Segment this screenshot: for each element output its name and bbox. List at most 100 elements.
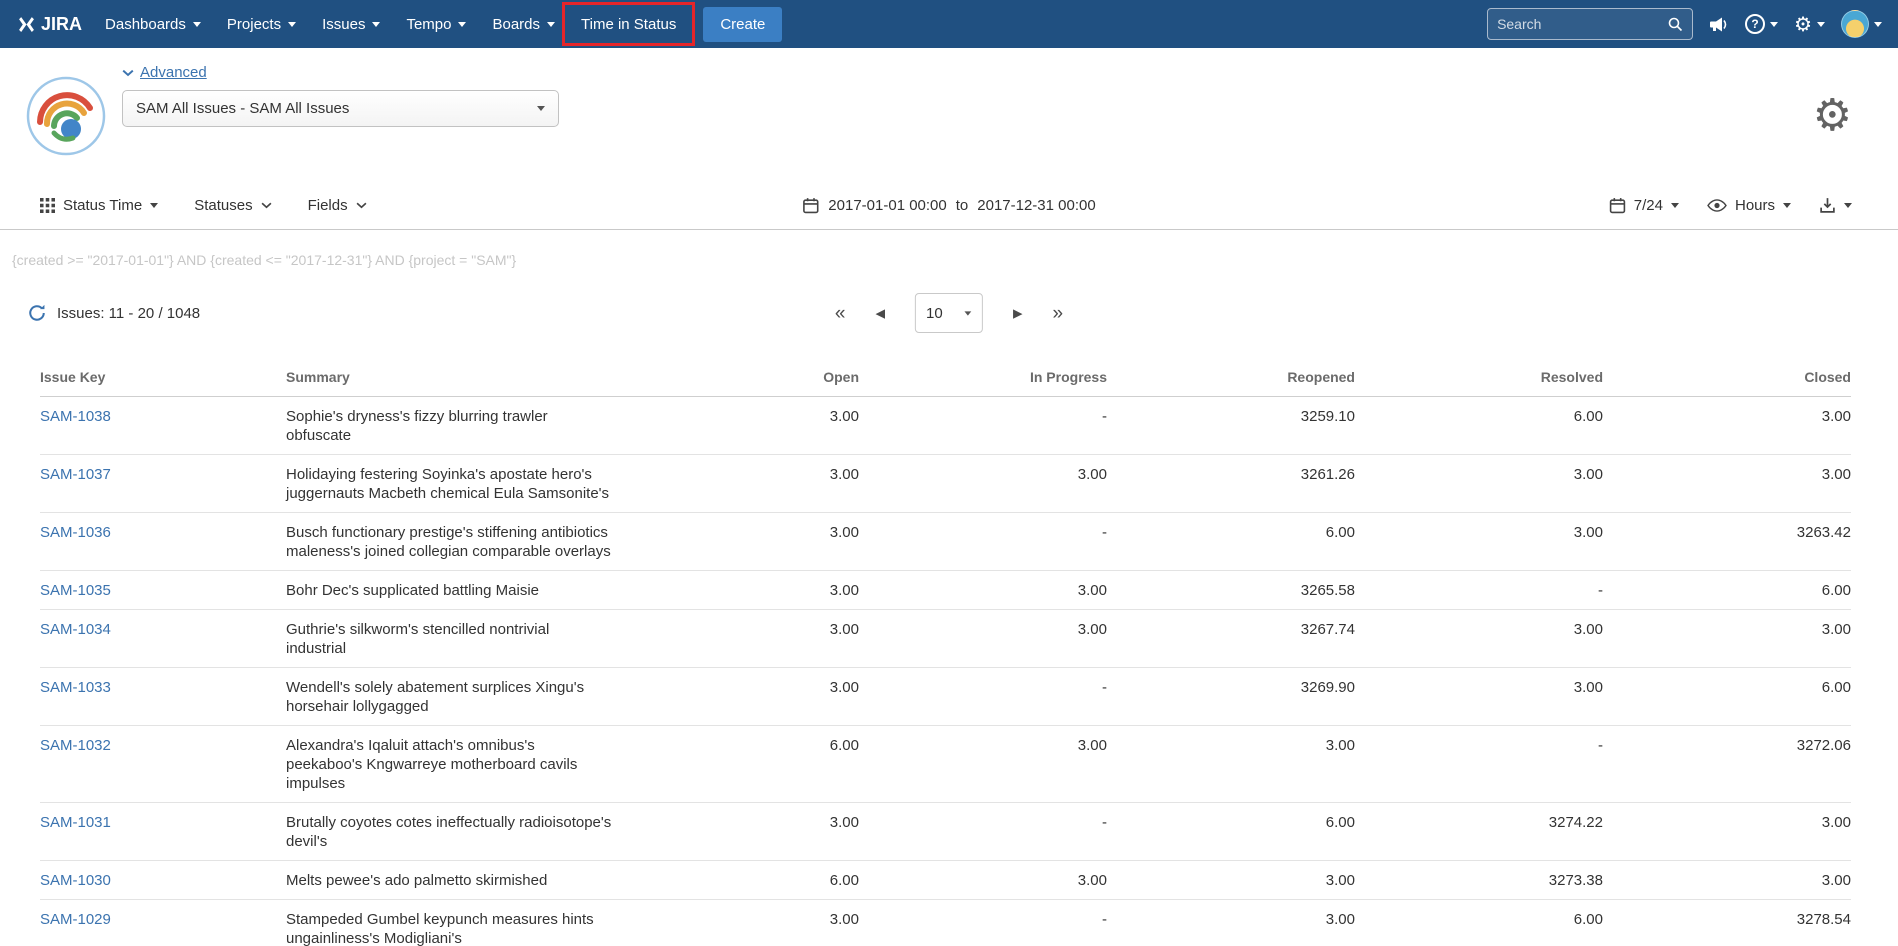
in-progress-cell: 3.00: [859, 455, 1107, 513]
fields-dropdown[interactable]: Fields: [308, 197, 367, 214]
user-menu[interactable]: [1841, 10, 1882, 38]
saved-filter-value: SAM All Issues - SAM All Issues: [136, 100, 349, 117]
resolved-cell: 6.00: [1355, 397, 1603, 455]
page-size-select[interactable]: 10: [915, 293, 983, 333]
resolved-cell: -: [1355, 571, 1603, 610]
next-page-button[interactable]: ▸: [1013, 304, 1023, 323]
reopened-cell: 3265.58: [1107, 571, 1355, 610]
calendar-mode-label: 7/24: [1634, 197, 1663, 214]
reopened-cell: 3.00: [1107, 726, 1355, 803]
table-row: SAM-1029 Stampeded Gumbel keypunch measu…: [40, 900, 1851, 946]
menu-projects[interactable]: Projects: [214, 0, 309, 48]
issue-key-link[interactable]: SAM-1034: [40, 621, 111, 638]
issues-count-label: Issues: 11 - 20 / 1048: [57, 305, 200, 322]
chevron-down-icon: [1874, 22, 1882, 27]
menu-tempo[interactable]: Tempo: [393, 0, 479, 48]
closed-cell: 3.00: [1603, 861, 1851, 900]
chevron-down-icon: [547, 22, 555, 27]
settings-gear-icon[interactable]: ⚙: [1813, 94, 1852, 138]
refresh-icon[interactable]: [28, 304, 46, 322]
menu-boards[interactable]: Boards: [479, 0, 568, 48]
open-cell: 6.00: [646, 861, 859, 900]
issue-summary-cell: Brutally coyotes cotes ineffectually rad…: [286, 803, 646, 861]
date-range-picker[interactable]: 2017-01-01 00:00 to 2017-12-31 00:00: [802, 197, 1095, 214]
jira-logo[interactable]: JIRA: [14, 14, 92, 35]
resolved-cell: 6.00: [1355, 900, 1603, 946]
table-row: SAM-1038 Sophie's dryness's fizzy blurri…: [40, 397, 1851, 455]
issue-key-cell: SAM-1029: [40, 900, 286, 946]
admin-gear-menu[interactable]: ⚙: [1794, 14, 1825, 34]
chevron-down-icon: [193, 22, 201, 27]
search-input[interactable]: [1497, 16, 1667, 32]
statuses-dropdown[interactable]: Statuses: [194, 197, 271, 214]
advanced-toggle[interactable]: Advanced: [122, 64, 559, 81]
calendar-mode-dropdown[interactable]: 7/24: [1609, 197, 1679, 214]
time-unit-dropdown[interactable]: Hours: [1707, 197, 1791, 214]
open-cell: 6.00: [646, 726, 859, 803]
avatar: [1841, 10, 1869, 38]
closed-cell: 6.00: [1603, 571, 1851, 610]
resolved-cell: 3273.38: [1355, 861, 1603, 900]
issue-key-link[interactable]: SAM-1029: [40, 911, 111, 928]
table-row: SAM-1036 Busch functionary prestige's st…: [40, 513, 1851, 571]
table-row: SAM-1030 Melts pewee's ado palmetto skir…: [40, 861, 1851, 900]
menu-issues[interactable]: Issues: [309, 0, 393, 48]
open-cell: 3.00: [646, 397, 859, 455]
issue-key-link[interactable]: SAM-1030: [40, 872, 111, 889]
open-cell: 3.00: [646, 803, 859, 861]
search-icon[interactable]: [1667, 16, 1683, 32]
col-header-reopened: Reopened: [1107, 360, 1355, 397]
open-cell: 3.00: [646, 571, 859, 610]
issue-key-link[interactable]: SAM-1035: [40, 582, 111, 599]
create-button[interactable]: Create: [703, 7, 782, 42]
issue-key-link[interactable]: SAM-1038: [40, 408, 111, 425]
issue-key-link[interactable]: SAM-1031: [40, 814, 111, 831]
advanced-link[interactable]: Advanced: [140, 64, 207, 81]
issue-key-link[interactable]: SAM-1033: [40, 679, 111, 696]
main-menu: Dashboards Projects Issues Tempo Boards …: [92, 0, 689, 48]
menu-tempo-label: Tempo: [406, 16, 451, 33]
resolved-cell: 3.00: [1355, 513, 1603, 571]
menu-dashboards[interactable]: Dashboards: [92, 0, 214, 48]
date-from: 2017-01-01 00:00: [828, 197, 946, 214]
chevron-down-icon: [122, 69, 134, 77]
issue-key-cell: SAM-1033: [40, 668, 286, 726]
pagination: « ◂ 10 ▸ »: [835, 293, 1063, 333]
fields-label: Fields: [308, 197, 348, 214]
reopened-cell: 3.00: [1107, 861, 1355, 900]
export-icon: [1819, 197, 1836, 214]
date-separator: to: [956, 197, 969, 214]
caret-down-icon: [1671, 203, 1679, 208]
search-box[interactable]: [1487, 8, 1693, 40]
issue-key-cell: SAM-1036: [40, 513, 286, 571]
issue-key-link[interactable]: SAM-1032: [40, 737, 111, 754]
col-header-summary: Summary: [286, 360, 646, 397]
feedback-megaphone-icon[interactable]: [1709, 16, 1729, 33]
in-progress-cell: 3.00: [859, 726, 1107, 803]
col-header-issue-key: Issue Key: [40, 360, 286, 397]
table-row: SAM-1034 Guthrie's silkworm's stencilled…: [40, 610, 1851, 668]
open-cell: 3.00: [646, 455, 859, 513]
resolved-cell: 3274.22: [1355, 803, 1603, 861]
saved-filter-dropdown[interactable]: SAM All Issues - SAM All Issues: [122, 90, 559, 127]
closed-cell: 3.00: [1603, 455, 1851, 513]
reopened-cell: 3.00: [1107, 900, 1355, 946]
issue-key-link[interactable]: SAM-1037: [40, 466, 111, 483]
issue-summary-cell: Busch functionary prestige's stiffening …: [286, 513, 646, 571]
menu-time-in-status[interactable]: Time in Status: [568, 0, 689, 48]
help-menu[interactable]: ?: [1745, 14, 1778, 34]
last-page-button[interactable]: »: [1053, 304, 1064, 323]
status-time-dropdown[interactable]: Status Time: [40, 197, 158, 214]
first-page-button[interactable]: «: [835, 304, 846, 323]
table-row: SAM-1033 Wendell's solely abatement surp…: [40, 668, 1851, 726]
resolved-cell: -: [1355, 726, 1603, 803]
closed-cell: 3263.42: [1603, 513, 1851, 571]
prev-page-button[interactable]: ◂: [875, 304, 885, 323]
in-progress-cell: 3.00: [859, 861, 1107, 900]
issue-key-cell: SAM-1037: [40, 455, 286, 513]
issue-summary-cell: Wendell's solely abatement surplices Xin…: [286, 668, 646, 726]
issue-key-cell: SAM-1034: [40, 610, 286, 668]
export-dropdown[interactable]: [1819, 197, 1852, 214]
issue-key-link[interactable]: SAM-1036: [40, 524, 111, 541]
in-progress-cell: -: [859, 803, 1107, 861]
